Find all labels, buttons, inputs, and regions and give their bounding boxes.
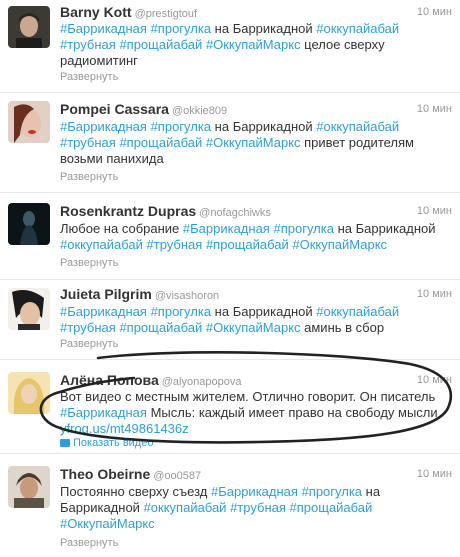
hashtag-link[interactable]: #прогулка [151,304,211,319]
hashtag-link[interactable]: #трубная [60,320,116,335]
hashtag-link[interactable]: #трубная [60,135,116,150]
tweet[interactable]: Barny Kott @prestigtouf 10 мин #Баррикадн… [0,0,460,93]
hashtag-link[interactable]: #трубная [230,500,286,515]
timestamp[interactable]: 10 мин [417,288,452,300]
tweet-text-segment: на Баррикадной [211,304,317,319]
tweet-header: Pompei Cassara @okkie809 10 мин [60,101,452,119]
author-handle[interactable]: @alyonapopova [162,376,242,388]
tweet-text: #Баррикадная #прогулка на Баррикадной #о… [60,119,452,167]
timestamp[interactable]: 10 мин [417,103,452,115]
tweet-text-segment: на Баррикадной [211,21,317,36]
tweet-header: Rosenkrantz Dupras @nofagchiwks 10 мин [60,203,452,221]
hashtag-link[interactable]: #Баррикадная [60,304,147,319]
video-icon [60,439,70,448]
expand-link[interactable]: Развернуть [60,257,118,269]
tweet-text-segment: аминь в сбор [300,320,385,335]
author-name[interactable]: Theo Obeirne [60,466,150,482]
hashtag-link[interactable]: #ОккупайМаркс [206,320,301,335]
avatar[interactable] [8,466,50,508]
tweet-text-segment: Любое на собрание [60,221,183,236]
author-name[interactable]: Pompei Cassara [60,101,169,117]
hashtag-link[interactable]: #прощайабай [119,320,202,335]
avatar[interactable] [8,372,50,414]
show-video-label: Показать видео [73,437,154,449]
hashtag-link[interactable]: #ОккупайМаркс [292,237,387,252]
hashtag-link[interactable]: #оккупайабай [316,304,399,319]
avatar[interactable] [8,101,50,143]
avatar[interactable] [8,203,50,245]
expand-link[interactable]: Развернуть [60,71,118,83]
hashtag-link[interactable]: #ОккупайМаркс [206,37,301,52]
hashtag-link[interactable]: #Баррикадная [211,484,298,499]
timestamp[interactable]: 10 мин [417,374,452,386]
hashtag-link[interactable]: #прогулка [273,221,333,236]
timestamp[interactable]: 10 мин [417,205,452,217]
timestamp[interactable]: 10 мин [417,468,452,480]
hashtag-link[interactable]: #ОккупайМаркс [206,135,301,150]
tweet[interactable]: Theo Obeirne @oo0587 10 мин Постоянно све… [0,454,460,557]
hashtag-link[interactable]: #Баррикадная [60,119,147,134]
expand-link[interactable]: Развернуть [60,338,118,350]
expand-link[interactable]: Развернуть [60,537,118,549]
hashtag-link[interactable]: #Баррикадная [183,221,270,236]
author-name[interactable]: Rosenkrantz Dupras [60,203,196,219]
tweet-header: Алёна Попова @alyonapopova 10 мин [60,372,452,390]
author-name[interactable]: Barny Kott [60,4,132,20]
tweet-header: Barny Kott @prestigtouf 10 мин [60,4,452,22]
hashtag-link[interactable]: #трубная [147,237,203,252]
tweet-text-segment: на Баррикадной [211,119,317,134]
timestamp[interactable]: 10 мин [417,6,452,18]
hashtag-link[interactable]: #прощайабай [119,135,202,150]
hashtag-link[interactable]: #Баррикадная [60,405,147,420]
tweet-text-segment: Мысль: каждый имеет право на свободу мыс… [146,405,438,420]
tweet-feed: Barny Kott @prestigtouf 10 мин #Баррикадн… [0,0,460,557]
hashtag-link[interactable]: #трубная [60,37,116,52]
tweet-text-segment: Постоянно сверху съезд [60,484,211,499]
expand-link[interactable]: Развернуть [60,171,118,183]
tweet[interactable]: Rosenkrantz Dupras @nofagchiwks 10 мин Лю… [0,193,460,280]
author-name[interactable]: Алёна Попова [60,372,159,388]
show-video-link[interactable]: Показать видео [60,437,153,449]
tweet-text: Любое на собрание #Баррикадная #прогулка… [60,221,452,253]
avatar[interactable] [8,6,50,48]
tweet-text-segment: Вот видео с местным жителем. Отлично гов… [60,389,436,404]
author-handle[interactable]: @oo0587 [153,470,201,482]
author-handle[interactable]: @visashoron [155,290,219,302]
hashtag-link[interactable]: #ОккупайМаркс [60,516,155,531]
author-handle[interactable]: @okkie809 [172,105,227,117]
hashtag-link[interactable]: #оккупайабай [316,119,399,134]
hashtag-link[interactable]: #прогулка [151,21,211,36]
hashtag-link[interactable]: #Баррикадная [60,21,147,36]
avatar[interactable] [8,288,50,330]
tweet[interactable]: Pompei Cassara @okkie809 10 мин #Баррикад… [0,93,460,193]
hashtag-link[interactable]: #оккупайабай [60,237,143,252]
hashtag-link[interactable]: #прогулка [151,119,211,134]
tweet-header: Juieta Pilgrim @visashoron 10 мин [60,286,452,304]
hashtag-link[interactable]: #прощайабай [206,237,289,252]
hashtag-link[interactable]: #прощайабай [290,500,373,515]
author-name[interactable]: Juieta Pilgrim [60,286,152,302]
tweet-text: #Баррикадная #прогулка на Баррикадной #о… [60,304,452,336]
tweet-header: Theo Obeirne @oo0587 10 мин [60,466,452,484]
hashtag-link[interactable]: #прогулка [302,484,362,499]
hashtag-link[interactable]: #прощайабай [119,37,202,52]
tweet-text: Вот видео с местным жителем. Отлично гов… [60,389,452,437]
tweet[interactable]: Алёна Попова @alyonapopova 10 мин Вот вид… [0,360,460,454]
hashtag-link[interactable]: #оккупайабай [144,500,227,515]
tweet-text-segment: на Баррикадной [333,221,436,236]
tweet-text: Постоянно сверху съезд #Баррикадная #про… [60,484,452,532]
tweet-text: #Баррикадная #прогулка на Баррикадной #о… [60,21,452,69]
url-link[interactable]: yfrog.us/mt49861436z [60,421,189,436]
author-handle[interactable]: @nofagchiwks [199,207,271,219]
tweet[interactable]: Juieta Pilgrim @visashoron 10 мин #Баррик… [0,280,460,360]
author-handle[interactable]: @prestigtouf [135,8,198,20]
hashtag-link[interactable]: #оккупайабай [316,21,399,36]
